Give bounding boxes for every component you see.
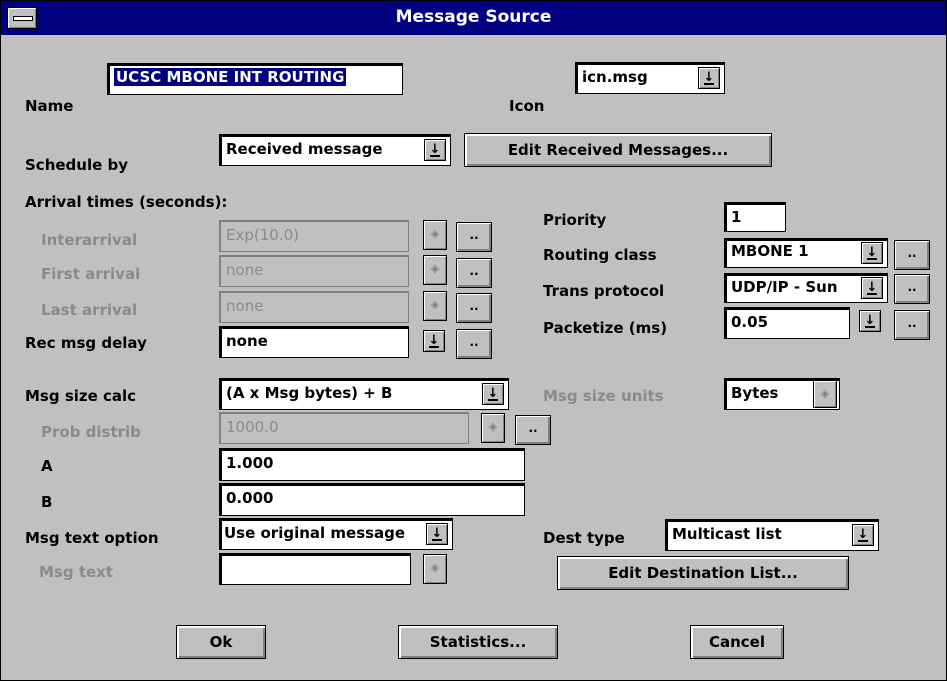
interarrival-field[interactable]: Exp(10.0) <box>219 220 409 252</box>
spinner-icon[interactable]: ◈ <box>813 380 837 408</box>
spinner-icon[interactable]: ◈ <box>423 554 447 584</box>
down-arrow-icon[interactable]: ↓ <box>482 383 504 405</box>
name-value: UCSC MBONE INT ROUTING <box>114 68 347 86</box>
packetize-browse-button[interactable]: .. <box>894 310 930 340</box>
trans-protocol-value: UDP/IP - Sun <box>731 278 838 296</box>
schedule-by-label: Schedule by <box>25 156 129 174</box>
edit-received-messages-button[interactable]: Edit Received Messages... <box>464 133 772 167</box>
packetize-label: Packetize (ms) <box>543 319 668 337</box>
spinner-icon[interactable]: ◈ <box>481 413 505 443</box>
msg-size-units-label: Msg size units <box>543 387 664 405</box>
a-field[interactable]: 1.000 <box>219 448 525 481</box>
down-arrow-icon[interactable]: ↓ <box>861 242 883 264</box>
down-arrow-icon[interactable]: ↓ <box>852 524 874 546</box>
down-arrow-icon[interactable]: ↓ <box>423 330 445 352</box>
priority-label: Priority <box>543 211 607 229</box>
first-arrival-label: First arrival <box>41 265 141 283</box>
trans-protocol-browse-button[interactable]: .. <box>894 274 930 304</box>
icon-select-value: icn.msg <box>582 68 648 86</box>
icon-select[interactable]: icn.msg ↓ <box>575 62 725 94</box>
dest-type-value: Multicast list <box>672 525 782 543</box>
message-source-dialog: Message Source Name UCSC MBONE INT ROUTI… <box>0 0 947 681</box>
name-field[interactable]: UCSC MBONE INT ROUTING <box>107 63 403 95</box>
first-arrival-field[interactable]: none <box>219 255 409 287</box>
spinner-icon[interactable]: ◈ <box>423 291 447 321</box>
b-label: B <box>41 493 53 511</box>
prob-distrib-field[interactable]: 1000.0 <box>219 412 469 444</box>
b-field[interactable]: 0.000 <box>219 483 525 516</box>
routing-class-select[interactable]: MBONE 1 ↓ <box>724 238 888 268</box>
rec-msg-delay-select[interactable]: none <box>219 326 409 358</box>
down-arrow-icon[interactable]: ↓ <box>424 139 446 161</box>
last-arrival-browse-button[interactable]: .. <box>456 293 492 323</box>
statistics-button[interactable]: Statistics... <box>398 625 558 659</box>
spinner-icon[interactable]: ◈ <box>423 220 447 250</box>
rec-msg-delay-value: none <box>226 332 268 350</box>
schedule-by-select[interactable]: Received message ↓ <box>219 134 451 166</box>
msg-text-option-label: Msg text option <box>25 529 159 547</box>
first-arrival-browse-button[interactable]: .. <box>456 258 492 288</box>
prob-distrib-label: Prob distrib <box>41 423 141 441</box>
statistics-label: Statistics... <box>429 633 527 651</box>
ok-button[interactable]: Ok <box>176 625 266 659</box>
edit-received-messages-label: Edit Received Messages... <box>507 141 729 159</box>
down-arrow-icon[interactable]: ↓ <box>698 67 720 89</box>
cancel-label: Cancel <box>708 633 765 651</box>
trans-protocol-select[interactable]: UDP/IP - Sun ↓ <box>724 273 888 303</box>
edit-destination-list-button[interactable]: Edit Destination List... <box>557 556 849 590</box>
priority-field[interactable]: 1 <box>724 202 786 232</box>
last-arrival-label: Last arrival <box>41 301 138 319</box>
spinner-icon[interactable]: ◈ <box>423 255 447 285</box>
msg-size-calc-select[interactable]: (A x Msg bytes) + B ↓ <box>219 378 509 410</box>
icon-label: Icon <box>509 97 545 115</box>
down-arrow-icon[interactable]: ↓ <box>426 523 448 545</box>
msg-text-option-value: Use original message <box>224 524 406 542</box>
down-arrow-icon[interactable]: ↓ <box>859 310 881 332</box>
dest-type-select[interactable]: Multicast list ↓ <box>665 519 879 551</box>
msg-text-option-select[interactable]: Use original message ↓ <box>219 518 453 550</box>
last-arrival-field[interactable]: none <box>219 291 409 323</box>
dest-type-label: Dest type <box>543 529 625 547</box>
trans-protocol-label: Trans protocol <box>543 282 665 300</box>
window-title: Message Source <box>395 7 552 27</box>
msg-text-field[interactable] <box>219 553 411 585</box>
down-arrow-icon[interactable]: ↓ <box>861 277 883 299</box>
rec-msg-delay-label: Rec msg delay <box>25 334 147 352</box>
arrival-times-header: Arrival times (seconds): <box>25 193 228 211</box>
msg-size-units-value: Bytes <box>731 384 779 402</box>
ok-label: Ok <box>209 633 233 651</box>
msg-size-calc-label: Msg size calc <box>25 387 137 405</box>
routing-class-browse-button[interactable]: .. <box>894 240 930 270</box>
name-label: Name <box>25 97 74 115</box>
schedule-by-value: Received message <box>226 140 383 158</box>
a-label: A <box>41 457 53 475</box>
msg-size-calc-value: (A x Msg bytes) + B <box>226 384 393 402</box>
interarrival-label: Interarrival <box>41 231 138 249</box>
packetize-field[interactable]: 0.05 <box>724 307 850 339</box>
cancel-button[interactable]: Cancel <box>690 625 784 659</box>
routing-class-value: MBONE 1 <box>731 242 809 260</box>
interarrival-browse-button[interactable]: .. <box>456 222 492 252</box>
edit-destination-list-label: Edit Destination List... <box>608 564 798 582</box>
rec-msg-delay-browse-button[interactable]: .. <box>456 329 492 359</box>
msg-text-label: Msg text <box>39 563 114 581</box>
routing-class-label: Routing class <box>543 246 657 264</box>
title-bar: Message Source <box>1 1 946 35</box>
prob-distrib-browse-button[interactable]: .. <box>515 415 551 445</box>
